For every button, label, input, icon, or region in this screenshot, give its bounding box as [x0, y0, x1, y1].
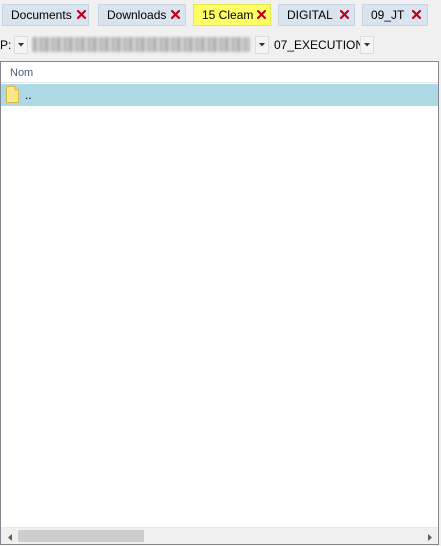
drive-dropdown-button[interactable]	[14, 36, 28, 54]
tab-downloads[interactable]: Downloads	[98, 4, 186, 26]
chevron-down-icon	[364, 43, 370, 47]
list-item-parent-folder[interactable]: ..	[1, 84, 438, 106]
file-list[interactable]: Nom ..	[0, 61, 439, 545]
blurred-path-segment[interactable]	[32, 37, 250, 52]
close-icon[interactable]	[340, 10, 349, 19]
tab-bar: Documents Downloads 15 Cleam DIGITAL 09_…	[0, 0, 441, 30]
current-folder-dropdown-button[interactable]	[360, 36, 374, 54]
file-icon	[6, 86, 19, 103]
tab-label: 15 Cleam	[202, 8, 254, 22]
tab-documents[interactable]: Documents	[2, 4, 89, 26]
tab-label: 09_JT	[371, 8, 405, 22]
list-item-label: ..	[25, 88, 32, 102]
horizontal-scrollbar[interactable]	[1, 527, 438, 544]
scroll-left-button[interactable]	[1, 528, 18, 545]
chevron-left-icon	[7, 530, 12, 544]
close-icon[interactable]	[171, 10, 180, 19]
tab-label: Downloads	[107, 8, 167, 22]
column-header-name[interactable]: Nom	[1, 62, 438, 83]
tab-label: Documents	[11, 8, 72, 22]
tab-09-jt[interactable]: 09_JT	[362, 4, 428, 26]
close-icon[interactable]	[77, 10, 86, 19]
close-icon[interactable]	[412, 10, 421, 19]
chevron-down-icon	[18, 43, 24, 47]
breadcrumb-current-folder[interactable]: 07_EXECUTION	[274, 38, 364, 52]
drive-label: P:	[0, 38, 12, 52]
path-segment-dropdown-button[interactable]	[255, 36, 269, 54]
path-bar: P: 07_EXECUTION	[0, 32, 441, 58]
chevron-right-icon	[427, 530, 432, 544]
scroll-right-button[interactable]	[421, 528, 438, 545]
scrollbar-thumb[interactable]	[18, 530, 144, 542]
close-icon[interactable]	[257, 10, 266, 19]
tab-digital[interactable]: DIGITAL	[278, 4, 355, 26]
tab-15-cleam[interactable]: 15 Cleam	[193, 4, 271, 26]
chevron-down-icon	[259, 43, 265, 47]
column-header-label: Nom	[10, 67, 34, 79]
tab-label: DIGITAL	[287, 8, 333, 22]
